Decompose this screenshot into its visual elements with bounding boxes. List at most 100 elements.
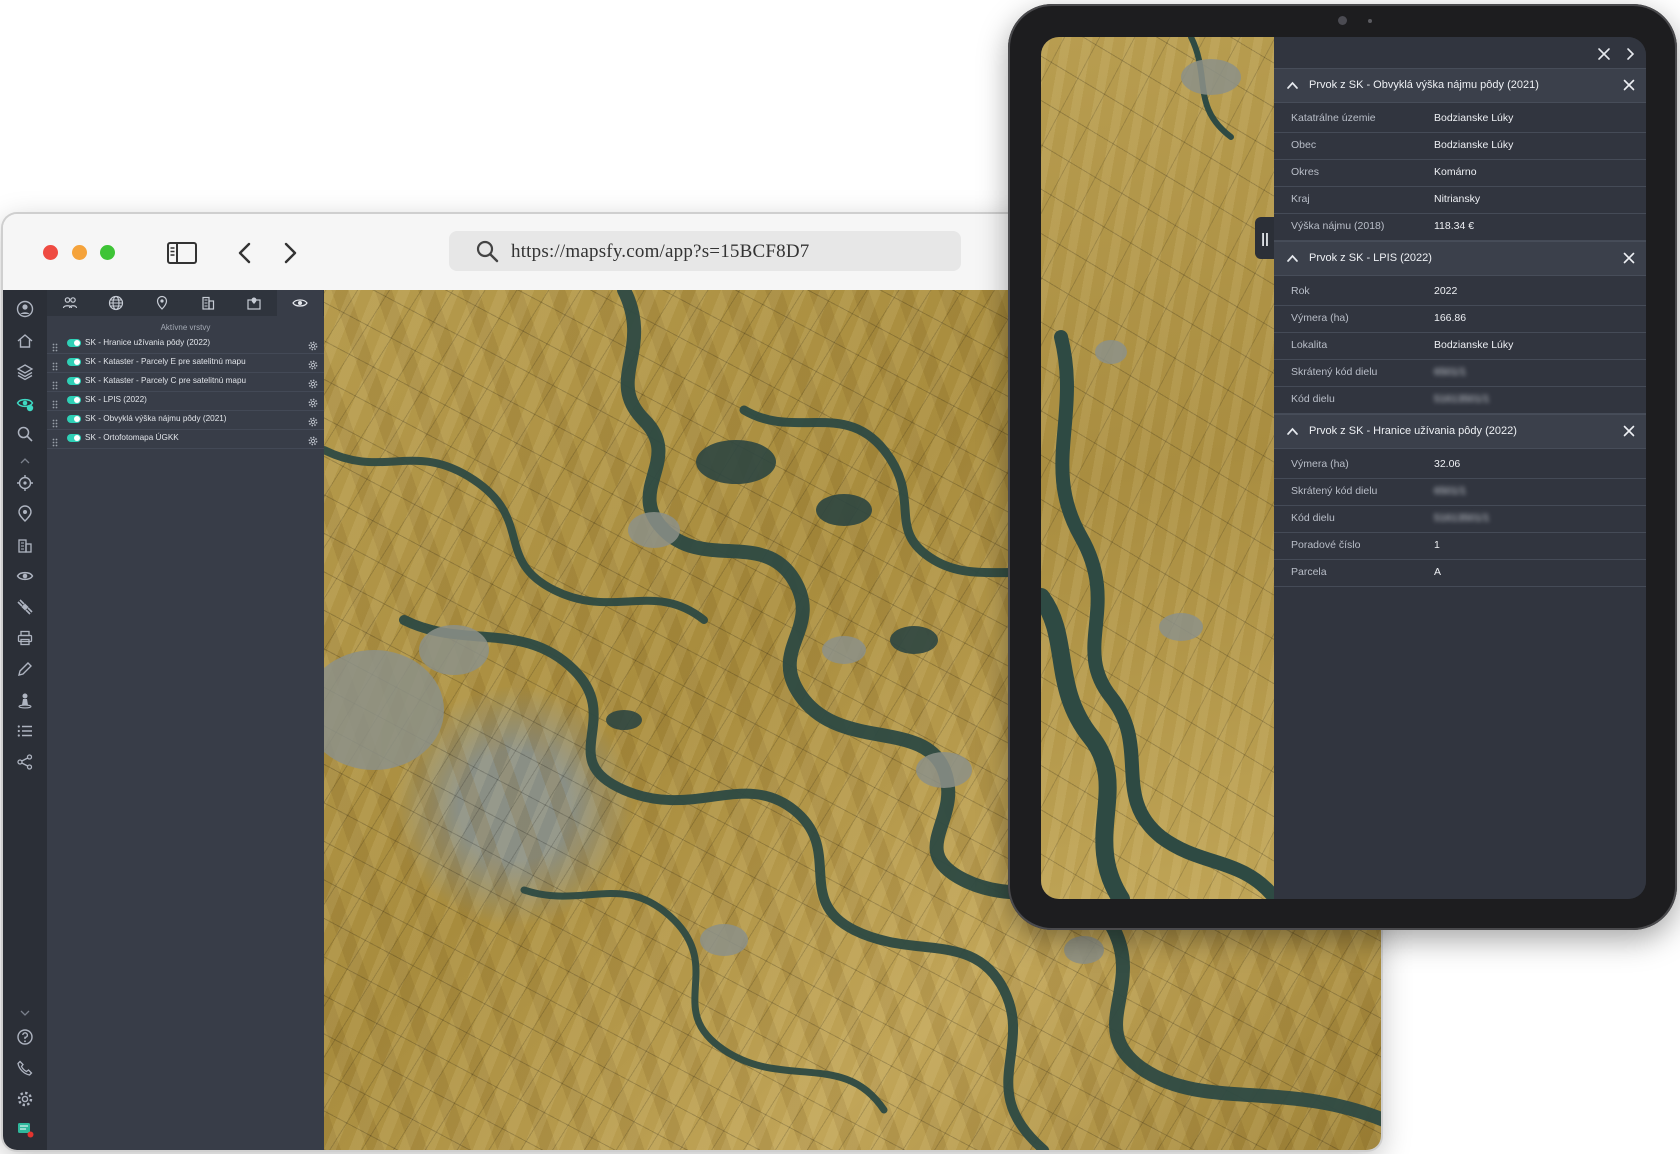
attribute-key: Výmera (ha) [1291,312,1349,324]
chevron-up-icon[interactable] [1286,425,1299,438]
search-icon[interactable] [16,425,34,443]
phone-icon[interactable] [16,1059,34,1077]
layer-visibility-toggle[interactable] [67,396,81,404]
visibility-eye-icon[interactable] [16,394,34,412]
sidebar-toggle-icon[interactable] [165,236,199,270]
attribute-value: 6501/1 [1434,485,1467,497]
attribute-row: Katatrálne územie Bodzianske Lúky [1274,104,1646,133]
layer-visibility-toggle[interactable] [67,358,81,366]
attribute-value: 51613501/1 [1434,393,1490,405]
chevron-right-icon[interactable] [1622,46,1638,62]
layer-row[interactable]: SK - Hranice užívania pôdy (2022) [47,333,324,354]
layer-settings-gear-icon[interactable] [308,414,318,427]
tab-globe-icon[interactable] [93,290,139,316]
layer-settings-gear-icon[interactable] [308,357,318,370]
close-icon[interactable] [1596,46,1612,62]
crosshair-icon[interactable] [16,474,34,492]
layer-visibility-toggle[interactable] [67,434,81,442]
attribute-row: Rok 2022 [1274,277,1646,306]
layer-label: SK - Kataster - Parcely E pre satelitnú … [85,357,246,366]
attribute-value: A [1434,566,1442,578]
tablet-screen: || Prvok z SK - Obvyklá výška nájmu pôdy… [1041,37,1646,899]
drag-handle-icon[interactable] [52,415,58,428]
attribute-row: Výška nájmu (2018) 118.34 € [1274,212,1646,241]
attribute-key: Výmera (ha) [1291,458,1349,470]
tab-location-icon[interactable] [139,290,185,316]
layer-row[interactable]: SK - Kataster - Parcely C pre satelitnú … [47,371,324,392]
satellite-icon[interactable] [16,598,34,616]
section-title: Prvok z SK - Obvyklá výška nájmu pôdy (2… [1309,79,1539,91]
tab-buildings-icon[interactable] [185,290,231,316]
address-bar[interactable]: https://mapsfy.com/app?s=15BCF8D7 [449,231,961,271]
layer-row[interactable]: SK - LPIS (2022) [47,390,324,411]
tablet-map-rivers [1041,37,1274,899]
close-icon[interactable] [1622,78,1636,92]
forward-arrow-icon[interactable] [273,236,307,270]
layer-row[interactable]: SK - Obvyklá výška nájmu pôdy (2021) [47,409,324,430]
layer-visibility-toggle[interactable] [67,415,81,423]
share-icon[interactable] [16,753,34,771]
settings-gear-icon[interactable] [16,1090,34,1108]
layer-settings-gear-icon[interactable] [308,338,318,351]
chevron-up-icon[interactable] [1286,79,1299,92]
home-icon[interactable] [16,332,34,350]
attribute-row: Skrátený kód dielu 6501/1 [1274,477,1646,506]
tablet-device: || Prvok z SK - Obvyklá výška nájmu pôdy… [1008,4,1677,930]
layer-row[interactable]: SK - Kataster - Parcely E pre satelitnú … [47,352,324,373]
tab-visibility-icon[interactable] [277,290,323,316]
printer-icon[interactable] [16,629,34,647]
panel-tabs [47,290,324,316]
attribute-key: Okres [1291,166,1320,178]
layer-label: SK - LPIS (2022) [85,395,147,404]
layer-row[interactable]: SK - Ortofotomapa ÚGKK [47,428,324,449]
tab-users-icon[interactable] [47,290,93,316]
attribute-value: 1 [1434,539,1440,551]
close-icon[interactable] [1622,424,1636,438]
location-user-icon[interactable] [16,505,34,523]
layer-visibility-toggle[interactable] [67,339,81,347]
notifications-icon[interactable] [16,1120,34,1138]
attribute-key: Lokalita [1291,339,1328,351]
attribute-value: Bodzianske Lúky [1434,139,1514,151]
chevron-down-icon[interactable] [19,1005,31,1016]
section-header[interactable]: Prvok z SK - Obvyklá výška nájmu pôdy (2… [1274,68,1646,103]
chevron-up-icon[interactable] [1286,252,1299,265]
url-text[interactable]: https://mapsfy.com/app?s=15BCF8D7 [511,241,809,263]
layer-settings-gear-icon[interactable] [308,395,318,408]
pin-person-icon[interactable] [16,691,34,709]
section-header[interactable]: Prvok z SK - Hranice užívania pôdy (2022… [1274,414,1646,449]
view-icon[interactable] [16,567,34,585]
close-window-button[interactable] [43,245,58,260]
drag-handle-icon[interactable] [52,396,58,409]
attribute-key: Rok [1291,285,1310,297]
close-icon[interactable] [1622,251,1636,265]
maximize-window-button[interactable] [100,245,115,260]
layer-settings-gear-icon[interactable] [308,433,318,446]
active-layers-heading: Aktívne vrstvy [160,323,211,332]
attribute-value: Bodzianske Lúky [1434,112,1514,124]
back-arrow-icon[interactable] [228,236,262,270]
buildings-icon[interactable] [16,536,34,554]
sensor-dot [1368,19,1372,23]
help-icon[interactable] [16,1028,34,1046]
attribute-value: 6501/1 [1434,366,1467,378]
panel-drag-handle[interactable]: || [1255,217,1275,259]
layer-visibility-toggle[interactable] [67,377,81,385]
attribute-row: Kód dielu 51613501/1 [1274,385,1646,414]
attribute-key: Skrátený kód dielu [1291,485,1378,497]
drag-handle-icon[interactable] [52,339,58,352]
chevron-up-icon[interactable] [19,453,31,464]
tab-map-pin-icon[interactable] [231,290,277,316]
user-icon[interactable] [16,300,34,318]
attribute-key: Skrátený kód dielu [1291,366,1378,378]
drag-handle-icon[interactable] [52,377,58,390]
drag-handle-icon[interactable] [52,434,58,447]
pencil-icon[interactable] [16,660,34,678]
tablet-satellite-map[interactable] [1041,37,1274,899]
section-header[interactable]: Prvok z SK - LPIS (2022) [1274,241,1646,276]
drag-handle-icon[interactable] [52,358,58,371]
layer-settings-gear-icon[interactable] [308,376,318,389]
layers-icon[interactable] [16,363,34,381]
list-icon[interactable] [16,722,34,740]
minimize-window-button[interactable] [72,245,87,260]
